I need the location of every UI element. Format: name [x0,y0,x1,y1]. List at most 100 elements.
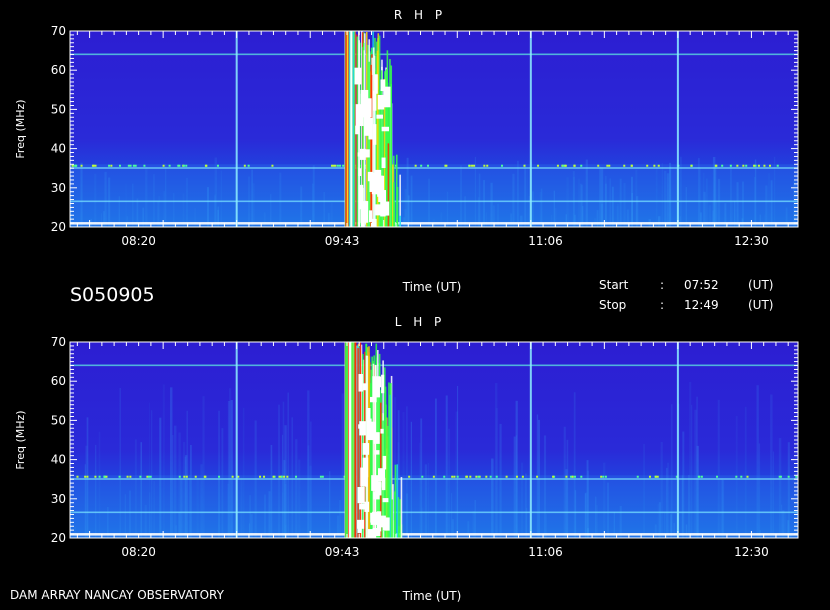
burst-blob [360,216,365,227]
x-axis-label: Time (UT) [402,589,462,603]
interference-speckle [185,164,188,167]
interference-speckle [263,475,266,478]
interference-speckle [451,475,454,478]
spectrum-panel-lhp: 20 30 40 50 60 70 08:20 09:43 11:06 12:30 L H P Fre… [14,315,799,603]
panel-title: R H P [394,8,446,22]
low-band-glow [70,475,798,538]
x-tick-label: 08:20 [121,545,156,559]
interference-speckle [597,164,600,167]
interference-speckle [178,164,181,167]
interference-speckle [573,164,576,167]
interference-line [70,200,798,203]
interference-speckle [182,164,185,167]
burst-streak [370,64,372,227]
burst-blob [363,98,372,118]
interference-speckle [745,164,748,167]
interference-speckle [216,164,219,167]
burst-blob [382,522,389,528]
stop-unit: (UT) [748,298,774,312]
interference-speckle [421,475,424,478]
interference-speckle [444,164,447,167]
burst-blob [362,457,369,478]
interference-speckle [110,164,113,167]
interference-speckle [735,475,738,478]
interference-speckle [690,164,693,167]
interference-speckle [271,164,274,167]
stop-label: Stop [599,298,627,312]
burst-blob [362,383,368,391]
calibration-line [235,31,238,227]
interference-speckle [698,475,701,478]
interference-speckle [757,164,760,167]
interference-speckle [787,475,790,478]
burst-streak [396,464,399,538]
interference-speckle [580,164,583,167]
interference-speckle [295,475,298,478]
burst-streak [354,342,357,538]
y-tick-label: 30 [51,181,66,195]
burst-blob [370,512,376,523]
interference-speckle [475,475,478,478]
interference-speckle [468,164,471,167]
interference-speckle [505,475,508,478]
interference-speckle [414,164,417,167]
interference-speckle [736,164,739,167]
burst-blob [359,503,367,510]
burst-streak [393,182,395,227]
interference-speckle [127,164,130,167]
interference-speckle [427,164,430,167]
interference-speckle [231,475,234,478]
burst-streak [394,464,397,538]
burst-streak [395,154,398,227]
burst-blob [382,455,387,470]
calibration-line [529,342,532,538]
burst-streak [350,31,353,227]
interference-speckle [473,164,476,167]
interference-speckle [653,164,656,167]
interference-speckle [636,475,639,478]
y-tick-label: 50 [51,102,66,116]
interference-speckle [105,475,108,478]
burst-blob [368,117,373,140]
interference-speckle [465,475,468,478]
y-axis-label: Freq (MHz) [14,99,27,158]
interference-speckle [178,475,181,478]
interference-speckle [84,475,87,478]
burst-streak [400,477,403,538]
interference-speckle [646,164,649,167]
y-tick-label: 20 [51,220,66,234]
interference-speckle [94,475,97,478]
interference-speckle [321,475,324,478]
burst-blob [372,376,380,398]
burst-blob [373,491,380,500]
interference-line [70,511,798,514]
interference-speckle [515,475,518,478]
interference-speckle [495,475,498,478]
burst-blob [357,523,362,533]
interference-speckle [443,475,446,478]
interference-line [70,364,798,367]
burst-blob [374,450,380,455]
interference-speckle [608,164,611,167]
interference-speckle [623,164,626,167]
burst-blob [372,527,381,536]
interference-speckle [91,164,94,167]
interference-speckle [243,164,246,167]
y-axis-label: Freq (MHz) [14,410,27,469]
burst-blob [383,86,391,108]
interference-speckle [556,164,559,167]
low-band-glow [70,164,798,227]
interference-speckle [94,164,97,167]
interference-speckle [183,475,186,478]
interference-speckle [580,475,583,478]
x-tick-label: 08:20 [121,234,156,248]
y-tick-label: 70 [51,24,66,38]
interference-speckle [132,164,135,167]
interference-speckle [573,475,576,478]
x-tick-label: 09:43 [325,545,360,559]
burst-blob [367,171,374,182]
interference-speckle [334,164,337,167]
start-separator: : [660,278,665,292]
footer-observatory: DAM ARRAY NANCAY OBSERVATORY [10,588,224,602]
burst-streak [388,382,390,538]
